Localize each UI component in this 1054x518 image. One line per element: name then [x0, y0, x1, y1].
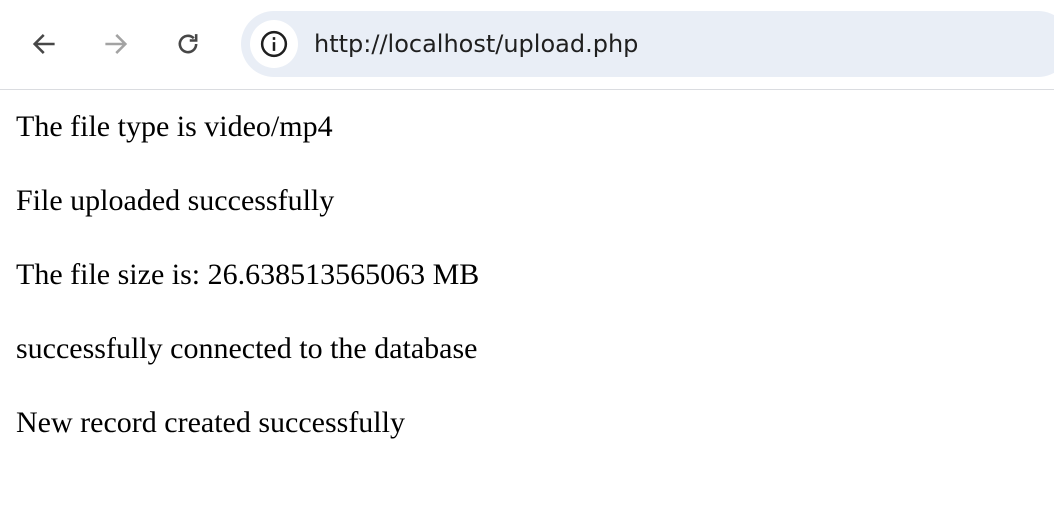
browser-toolbar: http://localhost/upload.php	[0, 0, 1054, 90]
page-content: The file type is video/mp4 File uploaded…	[0, 90, 1054, 460]
url-text[interactable]: http://localhost/upload.php	[314, 11, 638, 77]
reload-button[interactable]	[167, 23, 209, 65]
upload-status-message: File uploaded successfully	[16, 184, 335, 217]
db-connection-message: successfully connected to the database	[16, 332, 478, 365]
site-info-button[interactable]	[250, 20, 298, 68]
arrow-left-icon	[32, 34, 55, 54]
record-created-message: New record created successfully	[16, 406, 405, 439]
forward-button[interactable]	[95, 23, 137, 65]
arrow-right-icon	[105, 34, 128, 54]
back-button[interactable]	[23, 23, 65, 65]
info-icon	[260, 30, 288, 58]
file-type-message: The file type is video/mp4	[16, 110, 333, 143]
address-bar[interactable]: http://localhost/upload.php	[241, 11, 1054, 77]
file-size-message: The file size is: 26.638513565063 MB	[16, 258, 480, 291]
reload-icon	[178, 34, 198, 54]
